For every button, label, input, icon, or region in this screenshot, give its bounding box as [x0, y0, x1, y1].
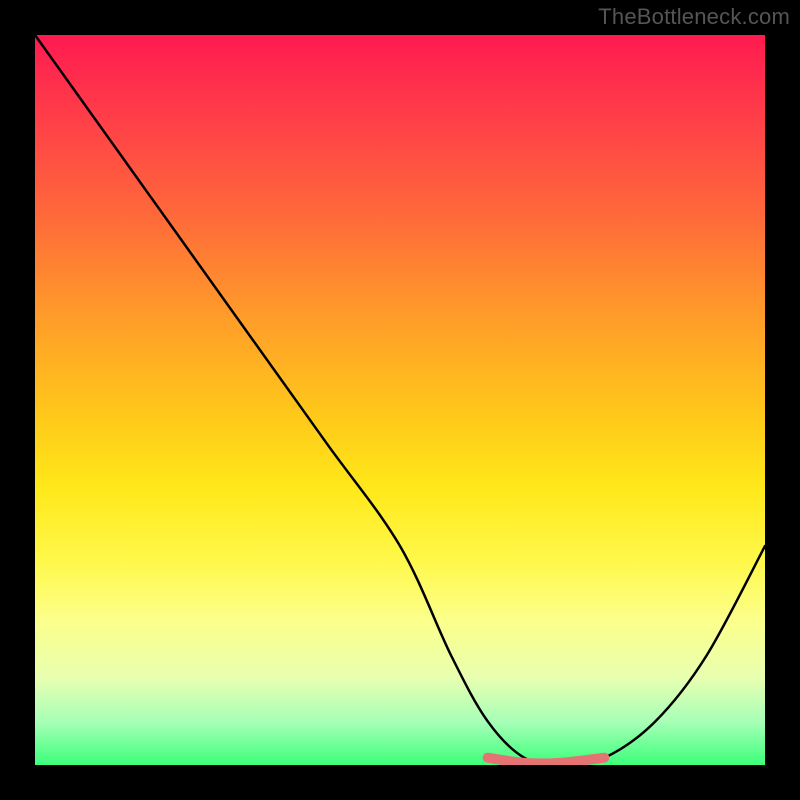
bottleneck-curve — [35, 35, 765, 765]
chart-frame: TheBottleneck.com — [0, 0, 800, 800]
chart-canvas — [35, 35, 765, 765]
watermark-text: TheBottleneck.com — [598, 4, 790, 30]
optimal-band-marker — [488, 758, 605, 764]
